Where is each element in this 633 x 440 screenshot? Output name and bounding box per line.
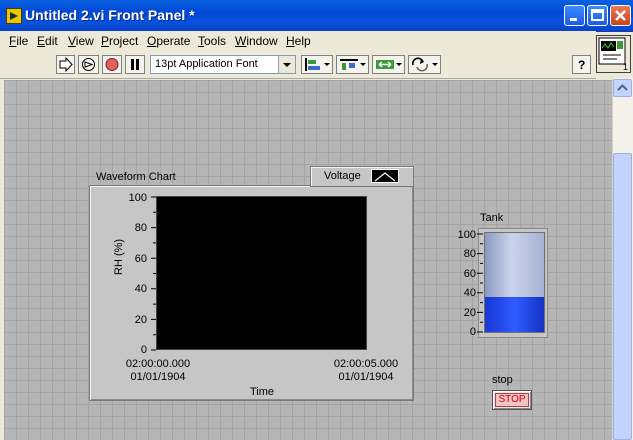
menu-window[interactable]: Window xyxy=(235,34,278,48)
scroll-up-button[interactable] xyxy=(613,79,632,97)
reorder-button[interactable] xyxy=(408,55,441,74)
tank-tick-label: 20 xyxy=(463,307,476,319)
minimize-button[interactable] xyxy=(564,5,585,26)
waveform-chart-label: Waveform Chart xyxy=(96,171,176,183)
chevron-down-icon xyxy=(278,56,295,73)
maximize-button[interactable] xyxy=(587,5,608,26)
y-axis-label: RH (%) xyxy=(113,238,125,275)
menu-project[interactable]: Project xyxy=(101,34,138,48)
tank-tick-marks xyxy=(477,233,483,333)
maximize-icon xyxy=(591,9,604,21)
y-tick-marks xyxy=(151,196,156,351)
legend-series-name: Voltage xyxy=(324,170,361,182)
menu-bar: File Edit View Project Operate Tools Win… xyxy=(0,31,596,51)
y-tick-label: 40 xyxy=(134,283,147,295)
toolbar: 13pt Application Font ? xyxy=(0,51,596,79)
align-objects-button[interactable] xyxy=(301,55,333,74)
x-tick-start-time: 02:00:00.000 xyxy=(125,358,191,370)
tank-tick-label: 40 xyxy=(463,287,476,299)
abort-icon xyxy=(105,58,119,71)
plot-area[interactable] xyxy=(156,196,367,350)
run-arrow-icon xyxy=(59,56,73,73)
font-select-value: 13pt Application Font xyxy=(155,58,258,70)
distribute-objects-icon xyxy=(340,59,366,70)
run-continuously-icon xyxy=(82,58,95,71)
close-button[interactable] xyxy=(610,5,631,26)
tank-tick-label: 80 xyxy=(463,248,476,260)
tank-tick-label: 60 xyxy=(463,268,476,280)
x-tick-end-date: 01/01/1904 xyxy=(338,371,394,383)
menu-help[interactable]: Help xyxy=(286,34,311,48)
resize-objects-icon xyxy=(376,60,402,69)
tank-label: Tank xyxy=(480,212,504,224)
labview-app-icon[interactable] xyxy=(6,8,22,24)
abort-button[interactable] xyxy=(102,55,122,74)
x-tick-end-time: 02:00:05.000 xyxy=(333,358,399,370)
window-title: Untitled 2.vi Front Panel * xyxy=(25,7,195,23)
minimize-icon xyxy=(570,18,577,21)
menu-tools[interactable]: Tools xyxy=(198,34,226,48)
context-help-button[interactable]: ? xyxy=(572,55,591,74)
help-icon: ? xyxy=(578,58,585,72)
y-tick-label: 80 xyxy=(134,222,147,234)
font-select[interactable]: 13pt Application Font xyxy=(150,55,296,74)
stop-label: stop xyxy=(492,374,513,386)
x-tick-start-date: 01/01/1904 xyxy=(130,371,186,383)
resize-objects-button[interactable] xyxy=(372,55,405,74)
legend-line-swatch[interactable] xyxy=(371,169,399,183)
run-button[interactable] xyxy=(56,55,75,74)
distribute-objects-button[interactable] xyxy=(336,55,369,74)
y-tick-label: 100 xyxy=(128,192,147,204)
menu-operate[interactable]: Operate xyxy=(147,34,190,48)
tank-fill-level xyxy=(485,297,544,332)
svg-text:1: 1 xyxy=(623,62,628,72)
chevron-up-icon xyxy=(617,84,628,91)
stop-button-text[interactable]: STOP xyxy=(495,393,529,407)
svg-text:?: ? xyxy=(578,58,585,72)
close-icon xyxy=(615,10,626,21)
y-tick-label: 20 xyxy=(134,314,147,326)
y-tick-label: 0 xyxy=(140,344,147,356)
align-objects-icon xyxy=(305,58,330,71)
scrollbar-thumb[interactable] xyxy=(613,153,632,440)
x-axis-label: Time xyxy=(250,386,275,398)
tank-tick-label: 100 xyxy=(457,229,476,241)
run-continuously-button[interactable] xyxy=(78,55,99,74)
menu-edit[interactable]: Edit xyxy=(37,34,58,48)
reorder-icon xyxy=(411,57,438,72)
vi-connector-icon[interactable]: 1 xyxy=(596,35,631,73)
vi-icon: 1 xyxy=(598,37,628,72)
menu-file[interactable]: File xyxy=(9,34,28,48)
tank-tick-label: 0 xyxy=(469,326,476,338)
pause-icon xyxy=(131,59,139,70)
pause-button[interactable] xyxy=(125,55,145,74)
menu-view[interactable]: View xyxy=(68,34,94,48)
